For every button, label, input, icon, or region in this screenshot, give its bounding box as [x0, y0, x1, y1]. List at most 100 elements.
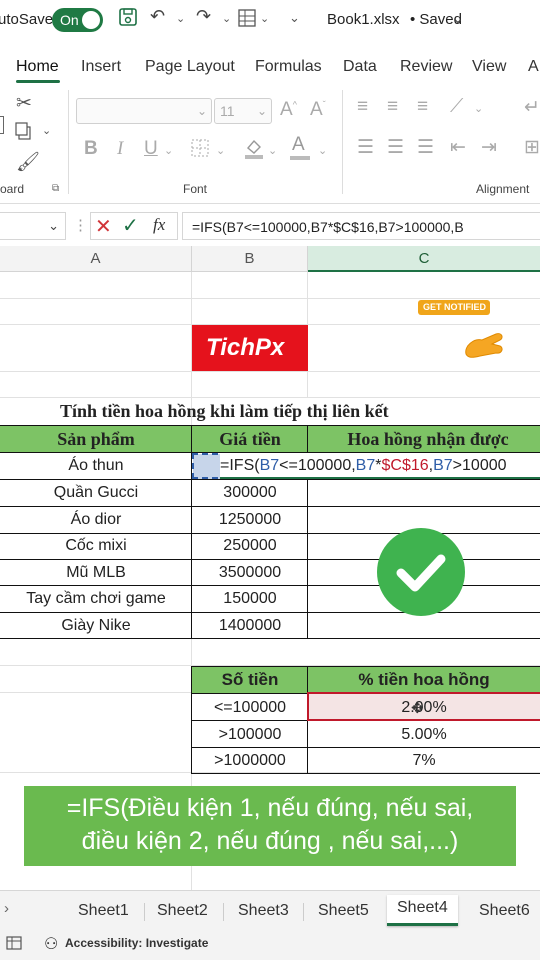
sheet-tab-5[interactable]: Sheet5 — [318, 902, 369, 920]
product-price[interactable]: 1250000 — [192, 507, 308, 533]
product-price[interactable]: 1400000 — [192, 613, 308, 639]
sheet-tab-2[interactable]: Sheet2 — [157, 902, 208, 920]
product-name[interactable]: Cốc mixi — [0, 533, 192, 559]
tab-automate[interactable]: A — [528, 58, 539, 76]
undo-icon[interactable]: ↶ — [150, 6, 165, 27]
ribbon-separator — [68, 90, 69, 194]
redo-icon[interactable]: ↷ — [196, 6, 211, 27]
column-headers: A B C — [0, 246, 540, 272]
name-box[interactable]: ⌄ — [0, 212, 66, 240]
align-right-icon[interactable]: ☰ — [417, 136, 434, 159]
underline-dropdown-icon[interactable]: ⌄ — [164, 144, 173, 157]
rate-value[interactable]: 7% — [308, 748, 540, 774]
tab-view[interactable]: View — [472, 58, 506, 76]
tab-insert[interactable]: Insert — [81, 58, 121, 76]
active-cell-editor[interactable]: =IFS(B7<=100000,B7*$C$16,B7>10000 — [220, 453, 540, 479]
wrap-text-icon[interactable]: ↵ — [524, 96, 540, 119]
column-header-c[interactable]: C — [308, 246, 540, 272]
align-top-icon[interactable]: ≡ — [357, 96, 368, 118]
autosave-toggle[interactable]: On — [52, 8, 103, 32]
decrease-indent-icon[interactable]: ⇤ — [450, 136, 466, 159]
worksheet-grid[interactable]: TichPx GET NOTIFIED Tính tiền hoa hồng k… — [0, 272, 540, 890]
status-bar: ⚇ Accessibility: Investigate — [0, 930, 540, 960]
align-middle-icon[interactable]: ≡ — [387, 96, 398, 118]
underline-button[interactable]: U — [144, 138, 158, 160]
table-dropdown-icon[interactable]: ⌄ — [260, 12, 269, 25]
get-notified-badge[interactable]: GET NOTIFIED — [418, 300, 490, 315]
product-price[interactable]: 250000 — [192, 533, 308, 559]
save-icon[interactable] — [118, 7, 138, 32]
orientation-dropdown-icon[interactable]: ⌄ — [474, 102, 483, 115]
caption-banner: =IFS(Điều kiện 1, nếu đúng, nếu sai, điề… — [24, 786, 516, 866]
checkmark-badge-icon — [377, 528, 465, 616]
orientation-icon[interactable]: ⟋ — [450, 96, 463, 118]
tab-review[interactable]: Review — [400, 58, 452, 76]
font-size-combo[interactable]: 11 ⌄ — [214, 98, 272, 124]
font-size-chevron-icon: ⌄ — [256, 104, 267, 118]
bold-button[interactable]: B — [84, 138, 98, 160]
product-price[interactable]: 3500000 — [192, 560, 308, 586]
sheet-tab-4[interactable]: Sheet4 — [387, 895, 458, 926]
table-icon[interactable] — [238, 9, 256, 32]
undo-dropdown-icon[interactable]: ⌄ — [176, 12, 185, 25]
product-name[interactable]: Áo thun — [0, 453, 192, 479]
format-painter-icon[interactable]: 🖌 — [16, 150, 40, 174]
merge-icon[interactable]: ⊞ — [524, 136, 540, 159]
tab-page-layout[interactable]: Page Layout — [145, 58, 235, 76]
copy-dropdown-icon[interactable]: ⌄ — [42, 124, 51, 137]
borders-icon[interactable] — [190, 138, 210, 163]
product-name[interactable]: Áo dior — [0, 507, 192, 533]
name-box-chevron-icon[interactable]: ⌄ — [48, 218, 59, 234]
product-name[interactable]: Tay cầm chơi game — [0, 586, 192, 612]
sheet-tab-3[interactable]: Sheet3 — [238, 902, 289, 920]
sheet-view-icon[interactable] — [6, 935, 22, 956]
increase-font-icon[interactable]: A^ — [280, 99, 297, 121]
rate-amount[interactable]: <=100000 — [192, 695, 308, 721]
font-color-dropdown-icon[interactable]: ⌄ — [318, 144, 327, 157]
tab-formulas[interactable]: Formulas — [255, 58, 322, 76]
column-header-a[interactable]: A — [0, 246, 192, 272]
redo-dropdown-icon[interactable]: ⌄ — [222, 12, 231, 25]
rate-amount[interactable]: >100000 — [192, 722, 308, 748]
table-border — [192, 666, 540, 667]
scroll-tabs-left-icon[interactable]: › — [4, 900, 9, 917]
rate-amount[interactable]: >1000000 — [192, 748, 308, 774]
rate-value[interactable]: 5.00% — [308, 722, 540, 748]
align-left-icon[interactable]: ☰ — [357, 136, 374, 159]
increase-indent-icon[interactable]: ⇥ — [481, 136, 497, 159]
accessibility-icon[interactable]: ⚇ — [44, 934, 58, 954]
sheet-tab-6[interactable]: Sheet6 — [479, 902, 530, 920]
product-name[interactable]: Quần Gucci — [0, 480, 192, 506]
align-bottom-icon[interactable]: ≡ — [417, 96, 428, 118]
formula-bar-grip-icon[interactable]: ⋮ — [73, 216, 88, 234]
decrease-font-icon[interactable]: Aˇ — [310, 99, 326, 121]
column-header-b[interactable]: B — [192, 246, 308, 272]
formula-token: <=100000, — [279, 457, 356, 474]
product-name[interactable]: Mũ MLB — [0, 560, 192, 586]
sheet-tab-1[interactable]: Sheet1 — [78, 902, 129, 920]
align-center-icon[interactable]: ☰ — [387, 136, 404, 159]
fill-color-icon[interactable] — [243, 136, 265, 165]
cut-icon[interactable]: ✂ — [16, 92, 32, 115]
customize-toolbar-icon[interactable]: ⌄ — [289, 10, 300, 26]
rate-value[interactable]: 2.00% — [308, 695, 540, 721]
product-name[interactable]: Giày Nike — [0, 613, 192, 639]
insert-function-button[interactable]: fx — [153, 215, 165, 235]
cancel-icon[interactable]: ✕ — [95, 214, 112, 239]
copy-icon[interactable] — [14, 122, 32, 145]
italic-button[interactable]: I — [117, 138, 123, 160]
tab-home[interactable]: Home — [16, 58, 59, 76]
borders-dropdown-icon[interactable]: ⌄ — [216, 144, 225, 157]
accessibility-status[interactable]: Accessibility: Investigate — [65, 936, 208, 950]
font-name-combo[interactable]: ⌄ — [76, 98, 212, 124]
paste-icon[interactable] — [0, 116, 4, 134]
formula-input[interactable]: =IFS(B7<=100000,B7*$C$16,B7>100000,B — [182, 212, 540, 240]
tab-data[interactable]: Data — [343, 58, 377, 76]
product-price[interactable]: 150000 — [192, 586, 308, 612]
file-name[interactable]: Book1.xlsx — [327, 11, 400, 28]
file-menu-chevron-icon[interactable]: ⌄ — [452, 10, 464, 27]
product-price[interactable]: 300000 — [192, 480, 308, 506]
enter-icon[interactable]: ✓ — [122, 213, 139, 238]
clipboard-launcher-icon[interactable]: ⧉ — [52, 183, 59, 194]
fill-color-dropdown-icon[interactable]: ⌄ — [268, 144, 277, 157]
